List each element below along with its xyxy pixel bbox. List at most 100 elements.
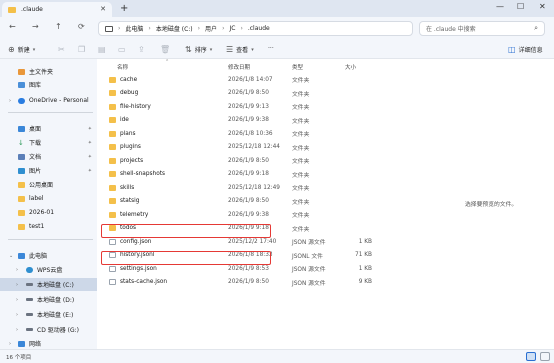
sidebar-item-documents[interactable]: 文档 ✦: [0, 150, 97, 163]
status-bar: 16 个项目: [0, 349, 554, 363]
file-type: 文件夹: [292, 145, 310, 152]
file-row[interactable]: statsig 2026/1/9 8:50 文件夹: [104, 195, 374, 208]
details-pane-icon: ◫: [508, 45, 516, 54]
minimize-button[interactable]: —: [496, 2, 504, 11]
sidebar-item-test1[interactable]: test1: [0, 220, 97, 233]
breadcrumb-this-pc[interactable]: 此电脑: [125, 24, 143, 33]
chevron-right-icon[interactable]: ›: [16, 267, 18, 273]
file-row[interactable]: projects 2026/1/9 8:50 文件夹: [104, 154, 374, 167]
share-button[interactable]: ⇪: [138, 45, 145, 54]
copy-button[interactable]: ❐: [78, 45, 85, 54]
file-icon: [109, 265, 116, 272]
more-button[interactable]: ···: [268, 45, 274, 52]
file-row[interactable]: telemetry 2026/1/9 9:38 文件夹: [104, 208, 374, 221]
tiles-view-button[interactable]: [540, 352, 550, 361]
file-row[interactable]: plugins 2025/12/18 12:44 文件夹: [104, 141, 374, 154]
forward-button[interactable]: →: [32, 22, 39, 31]
column-header-date[interactable]: 修改日期: [228, 63, 250, 71]
sidebar-item-2026-01[interactable]: 2026-01: [0, 206, 97, 219]
chevron-right-icon[interactable]: ›: [16, 282, 18, 288]
new-tab-button[interactable]: +: [120, 3, 128, 14]
details-view-button[interactable]: [526, 352, 536, 361]
plus-circle-icon: ⊕: [8, 45, 15, 54]
chevron-right-icon[interactable]: ›: [16, 312, 18, 318]
breadcrumb-drive-c[interactable]: 本地磁盘 (C:): [156, 24, 193, 33]
folder-icon: [109, 211, 116, 218]
file-list-pane: ⌃ 名称 修改日期 类型 大小 cache 2026/1/8 14:07 文件夹 de…: [97, 59, 554, 349]
address-bar[interactable]: › 此电脑 › 本地磁盘 (C:) › 用户 › JC › .claude: [98, 21, 413, 36]
sidebar-item-home[interactable]: 主文件夹: [0, 65, 97, 78]
file-icon: [109, 238, 116, 245]
paste-button[interactable]: ▤: [98, 45, 106, 54]
file-row[interactable]: shell-snapshots 2026/1/9 9:18 文件夹: [104, 168, 374, 181]
file-date: 2026/1/8 14:07: [228, 76, 273, 83]
chevron-right-icon[interactable]: ›: [16, 297, 18, 303]
sidebar-item-desktop[interactable]: 桌面 ✦: [0, 122, 97, 135]
rename-button[interactable]: ▭: [118, 45, 126, 54]
refresh-button[interactable]: ⟳: [78, 22, 85, 31]
column-header-size[interactable]: 大小: [345, 63, 356, 71]
chevron-down-icon[interactable]: ⌄: [9, 253, 13, 259]
file-type: 文件夹: [292, 172, 310, 179]
sidebar-item-onedrive[interactable]: › OneDrive - Personal: [0, 94, 97, 107]
folder-icon: [109, 90, 116, 96]
close-tab-icon[interactable]: ✕: [100, 5, 106, 13]
sidebar-item-drive-c[interactable]: › 本地磁盘 (C:): [0, 278, 97, 291]
file-row[interactable]: debug 2026/1/9 8:50 文件夹: [104, 87, 374, 100]
sidebar-item-drive-e[interactable]: › 本地磁盘 (E:): [0, 308, 97, 321]
scissors-icon: ✂: [58, 45, 65, 54]
sidebar-item-wps-cloud[interactable]: › WPS云盘: [0, 263, 97, 276]
breadcrumb-jc[interactable]: JC: [229, 25, 235, 32]
delete-button[interactable]: 🗑: [160, 45, 170, 54]
cut-button[interactable]: ✂: [58, 45, 65, 54]
chevron-right-icon[interactable]: ›: [16, 327, 18, 333]
file-row[interactable]: cache 2026/1/8 14:07 文件夹: [104, 73, 374, 86]
navigation-pane: 主文件夹 图库 › OneDrive - Personal 桌面 ✦ ↓ 下载 …: [0, 59, 97, 349]
up-button[interactable]: ↑: [55, 22, 62, 31]
sidebar-item-public-desktop[interactable]: 公用桌面: [0, 178, 97, 191]
file-row[interactable]: ide 2026/1/9 9:38 文件夹: [104, 114, 374, 127]
file-date: 2025/12/18 12:49: [228, 184, 280, 191]
column-header-name[interactable]: 名称: [117, 63, 128, 71]
maximize-button[interactable]: ☐: [517, 2, 524, 11]
search-input[interactable]: 在 .claude 中搜索: [426, 24, 476, 33]
file-type: JSON 源文件: [292, 280, 326, 287]
sidebar-item-pictures[interactable]: 图片 ✦: [0, 164, 97, 177]
breadcrumb-claude[interactable]: .claude: [248, 25, 270, 32]
chevron-down-icon: ▾: [32, 46, 36, 53]
tab-claude[interactable]: .claude ✕: [2, 2, 112, 17]
file-row[interactable]: file-history 2026/1/9 9:13 文件夹: [104, 100, 374, 113]
details-pane-button[interactable]: ◫ 详细信息: [508, 45, 543, 54]
breadcrumb-users[interactable]: 用户: [205, 24, 217, 33]
new-button[interactable]: ⊕ 新建 ▾: [8, 45, 35, 54]
view-button[interactable]: ☰ 查看 ▾: [226, 45, 254, 54]
command-bar: ⊕ 新建 ▾ ✂ ❐ ▤ ▭ ⇪ 🗑 ⇅ 排序 ▾ ☰ 查看 ▾ ··· ◫ 详…: [0, 41, 554, 59]
column-header-type[interactable]: 类型: [292, 63, 303, 71]
file-row[interactable]: stats-cache.json 2026/1/9 8:50 JSON 源文件 9 K…: [104, 276, 374, 289]
sidebar-item-gallery[interactable]: 图库: [0, 78, 97, 91]
close-window-button[interactable]: ✕: [539, 2, 546, 11]
chevron-right-icon[interactable]: ›: [9, 98, 11, 104]
desktop-icon: [18, 125, 25, 132]
file-row[interactable]: skills 2025/12/18 12:49 文件夹: [104, 181, 374, 194]
search-box[interactable]: 在 .claude 中搜索 ⌕: [419, 21, 545, 36]
divider: [8, 112, 93, 113]
file-size: 9 KB: [358, 279, 372, 285]
file-type: JSON 源文件: [292, 267, 326, 273]
file-row[interactable]: plans 2026/1/8 10:36 文件夹: [104, 127, 374, 140]
sidebar-item-drive-d[interactable]: › 本地磁盘 (D:): [0, 293, 97, 306]
chevron-right-icon[interactable]: ›: [9, 341, 11, 347]
file-name: shell-snapshots: [120, 171, 166, 177]
file-date: 2025/12/2 17:40: [228, 238, 277, 245]
folder-icon: [18, 181, 25, 188]
sidebar-item-label[interactable]: label: [0, 192, 97, 205]
folder-icon: [18, 223, 25, 230]
sidebar-item-downloads[interactable]: ↓ 下载 ✦: [0, 136, 97, 149]
file-name: cache: [120, 76, 138, 83]
sidebar-item-cd-drive[interactable]: › CD 驱动器 (G:): [0, 323, 97, 336]
file-name: file-history: [120, 103, 151, 110]
back-button[interactable]: ←: [9, 22, 16, 31]
sidebar-item-this-pc[interactable]: ⌄ 此电脑: [0, 249, 97, 262]
sort-button[interactable]: ⇅ 排序 ▾: [185, 45, 212, 54]
search-icon: ⌕: [534, 24, 538, 32]
